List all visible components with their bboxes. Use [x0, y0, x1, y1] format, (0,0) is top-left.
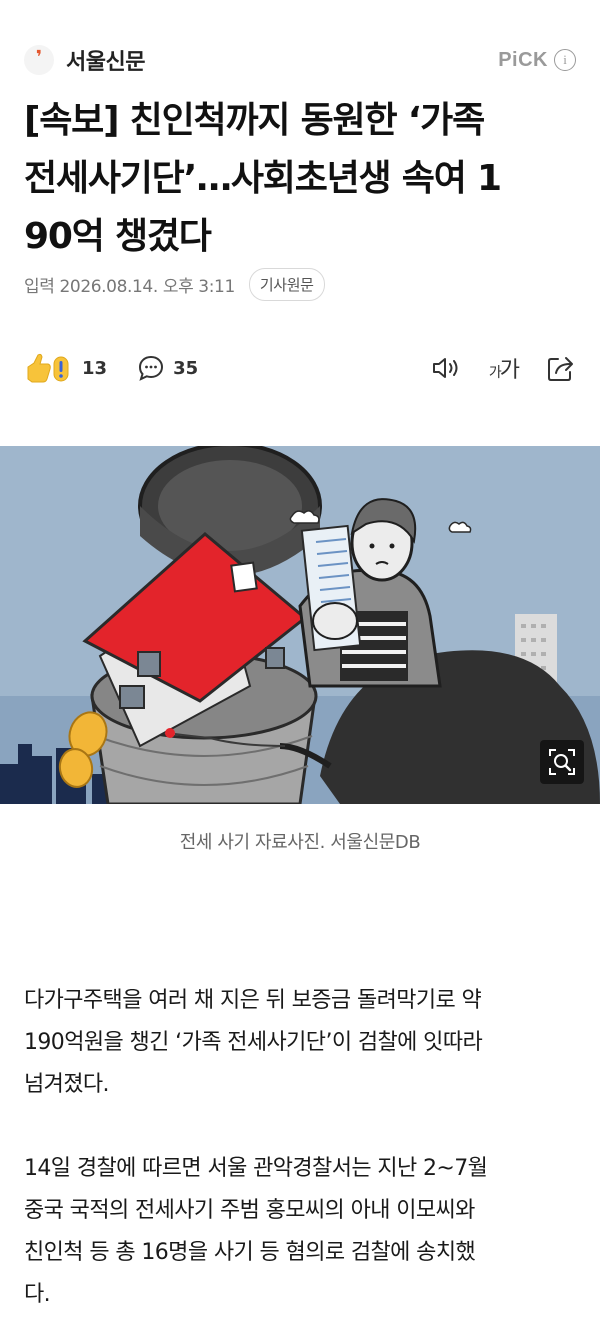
- paragraph: 다가구주택을 여러 채 지은 뒤 보증금 돌려막기로 약 190억원을 챙긴 ‘…: [24, 980, 580, 1106]
- comment-button[interactable]: 35: [137, 354, 198, 382]
- press-logo-icon: ❜: [24, 45, 54, 75]
- body-line: 친인척 등 총 16명을 사기 등 혐의로 검찰에 송치했: [24, 1240, 476, 1265]
- info-icon[interactable]: i: [554, 49, 576, 71]
- pick-badge[interactable]: PiCK i: [498, 49, 576, 72]
- title-line: 90억 챙겼다: [24, 216, 212, 257]
- body-line: 다가구주택을 여러 채 지은 뒤 보증금 돌려막기로 약: [24, 988, 482, 1013]
- body-line: 넘겨졌다.: [24, 1072, 110, 1097]
- reaction-button[interactable]: 13: [24, 351, 107, 385]
- font-size-button[interactable]: 가가: [488, 352, 520, 384]
- body-line: 중국 국적의 전세사기 주범 홍모씨의 아내 이모씨와: [24, 1198, 475, 1223]
- press-link[interactable]: ❜ 서울신문: [24, 44, 145, 76]
- title-line: 전세사기단’…사회초년생 속여 1: [24, 158, 502, 199]
- body-line: 190억원을 챙긴 ‘가족 전세사기단’이 검찰에 잇따라: [24, 1030, 483, 1055]
- jeonse-fraud-illustration: [0, 446, 600, 804]
- publish-date: 입력 2026.08.14. 오후 3:11: [24, 277, 235, 297]
- photo-caption: 전세 사기 자료사진. 서울신문DB: [179, 832, 421, 853]
- reaction-icon: [27, 353, 69, 383]
- comment-icon: [139, 355, 164, 381]
- share-icon[interactable]: [546, 353, 576, 383]
- speaker-icon[interactable]: [431, 354, 461, 382]
- article-body: 다가구주택을 여러 채 지은 뒤 보증금 돌려막기로 약 190억원을 챙긴 ‘…: [24, 980, 580, 1330]
- article-header: ❜ 서울신문 PiCK i: [24, 40, 576, 80]
- font-size-large: 가: [499, 358, 520, 383]
- article-title: [속보] 친인척까지 동원한 ‘가족 전세사기단’…사회초년생 속여 1 90억…: [24, 92, 584, 266]
- comment-count: 35: [173, 357, 199, 379]
- pick-label: PiCK: [498, 48, 548, 71]
- press-name[interactable]: 서울신문: [66, 44, 145, 76]
- zoom-button[interactable]: [540, 740, 584, 784]
- reaction-count: 13: [82, 357, 108, 379]
- zoom-icon: [549, 749, 575, 775]
- article-photo[interactable]: [0, 446, 600, 804]
- body-line: 14일 경찰에 따르면 서울 관악경찰서는 지난 2~7월: [24, 1156, 488, 1181]
- article-meta: 입력 2026.08.14. 오후 3:11 기사원문: [24, 268, 325, 301]
- paragraph: 14일 경찰에 따르면 서울 관악경찰서는 지난 2~7월 중국 국적의 전세사…: [24, 1148, 580, 1316]
- original-article-button[interactable]: 기사원문: [248, 268, 325, 301]
- font-size-small: 가: [488, 365, 502, 381]
- body-line: 다.: [24, 1282, 51, 1307]
- article-action-bar: 13 35 가가: [24, 348, 576, 388]
- title-line: [속보] 친인척까지 동원한 ‘가족: [24, 100, 485, 141]
